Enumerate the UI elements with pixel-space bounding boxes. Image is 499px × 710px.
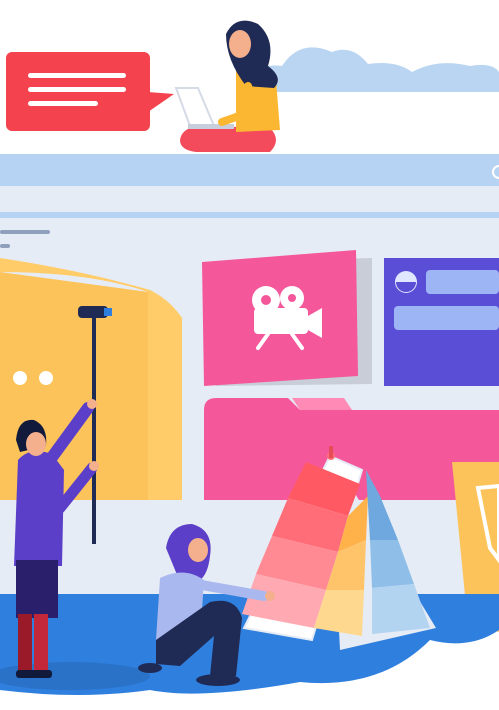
poster-dot xyxy=(39,371,53,385)
profile-card xyxy=(384,258,499,386)
illustration xyxy=(0,0,499,710)
laptop-screen xyxy=(174,87,216,127)
woman-with-laptop xyxy=(174,20,280,152)
bubble-line xyxy=(28,101,98,106)
woman-face xyxy=(229,30,251,58)
video-card xyxy=(202,250,372,386)
speech-bubble xyxy=(6,52,174,131)
bubble-line xyxy=(28,87,126,92)
web-design-illustration xyxy=(0,20,499,695)
clouds xyxy=(238,47,499,92)
cloud-shape xyxy=(238,47,499,92)
man-shoe xyxy=(32,670,52,678)
nav-line-short xyxy=(0,244,10,248)
woman-kneel-face xyxy=(188,538,208,562)
speech-bubble-tail xyxy=(148,92,174,112)
man-leg-left xyxy=(18,614,32,676)
woman-kneel-hand xyxy=(265,591,275,601)
browser-address-bar xyxy=(0,154,499,186)
woman-kneel-shoe xyxy=(138,663,162,673)
profile-name-bar xyxy=(426,270,499,294)
roller-handle xyxy=(92,316,96,544)
woman-kneel-shoe xyxy=(196,674,240,686)
man-hand xyxy=(89,461,99,471)
man-pants xyxy=(16,560,58,618)
folder-tab xyxy=(292,398,352,410)
profile-info-bar xyxy=(394,306,499,330)
swatch-pin-stem xyxy=(329,446,333,458)
roller-joint xyxy=(104,308,112,316)
man-hand xyxy=(87,399,97,409)
laptop-base xyxy=(188,124,234,129)
roller-head xyxy=(78,306,108,318)
man-face xyxy=(26,432,46,456)
nav-line xyxy=(0,230,50,234)
browser-toolbar-divider xyxy=(0,212,499,218)
bubble-line xyxy=(28,73,126,78)
poster-dot xyxy=(13,371,27,385)
man-leg-right xyxy=(34,614,48,676)
